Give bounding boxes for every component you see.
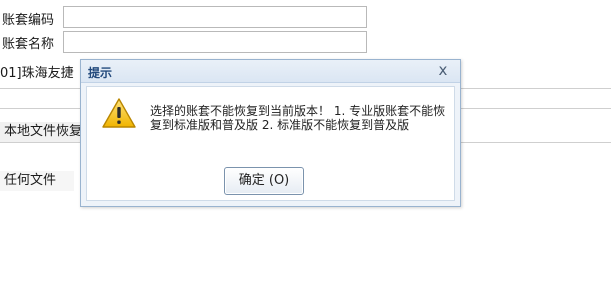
dialog-body: 选择的账套不能恢复到当前版本！ 1. 专业版账套不能恢复到标准版和普及版 2. … — [86, 86, 455, 201]
account-code-label: 账套编码 — [2, 13, 55, 28]
dialog-message: 选择的账套不能恢复到当前版本！ 1. 专业版账套不能恢复到标准版和普及版 2. … — [150, 104, 446, 132]
dialog-titlebar[interactable]: 提示 x — [81, 60, 460, 83]
dialog-title: 提示 — [88, 66, 113, 80]
account-name-label: 账套名称 — [2, 37, 55, 52]
alert-dialog: 提示 x 选择的账套不能恢复到当前版本！ 1. 专业版账套不能恢复到标准版和普及… — [80, 59, 461, 207]
warning-icon — [102, 98, 136, 128]
local-restore-tab[interactable]: 本地文件恢复 — [0, 122, 87, 142]
account-selected-value[interactable]: 01]珠海友捷 — [0, 62, 74, 81]
ok-button[interactable]: 确定 (O) — [224, 167, 304, 195]
account-code-input[interactable] — [63, 6, 367, 28]
close-icon[interactable]: x — [436, 62, 450, 78]
any-file-label: 任何文件 — [0, 171, 74, 191]
account-name-input[interactable] — [63, 31, 367, 53]
